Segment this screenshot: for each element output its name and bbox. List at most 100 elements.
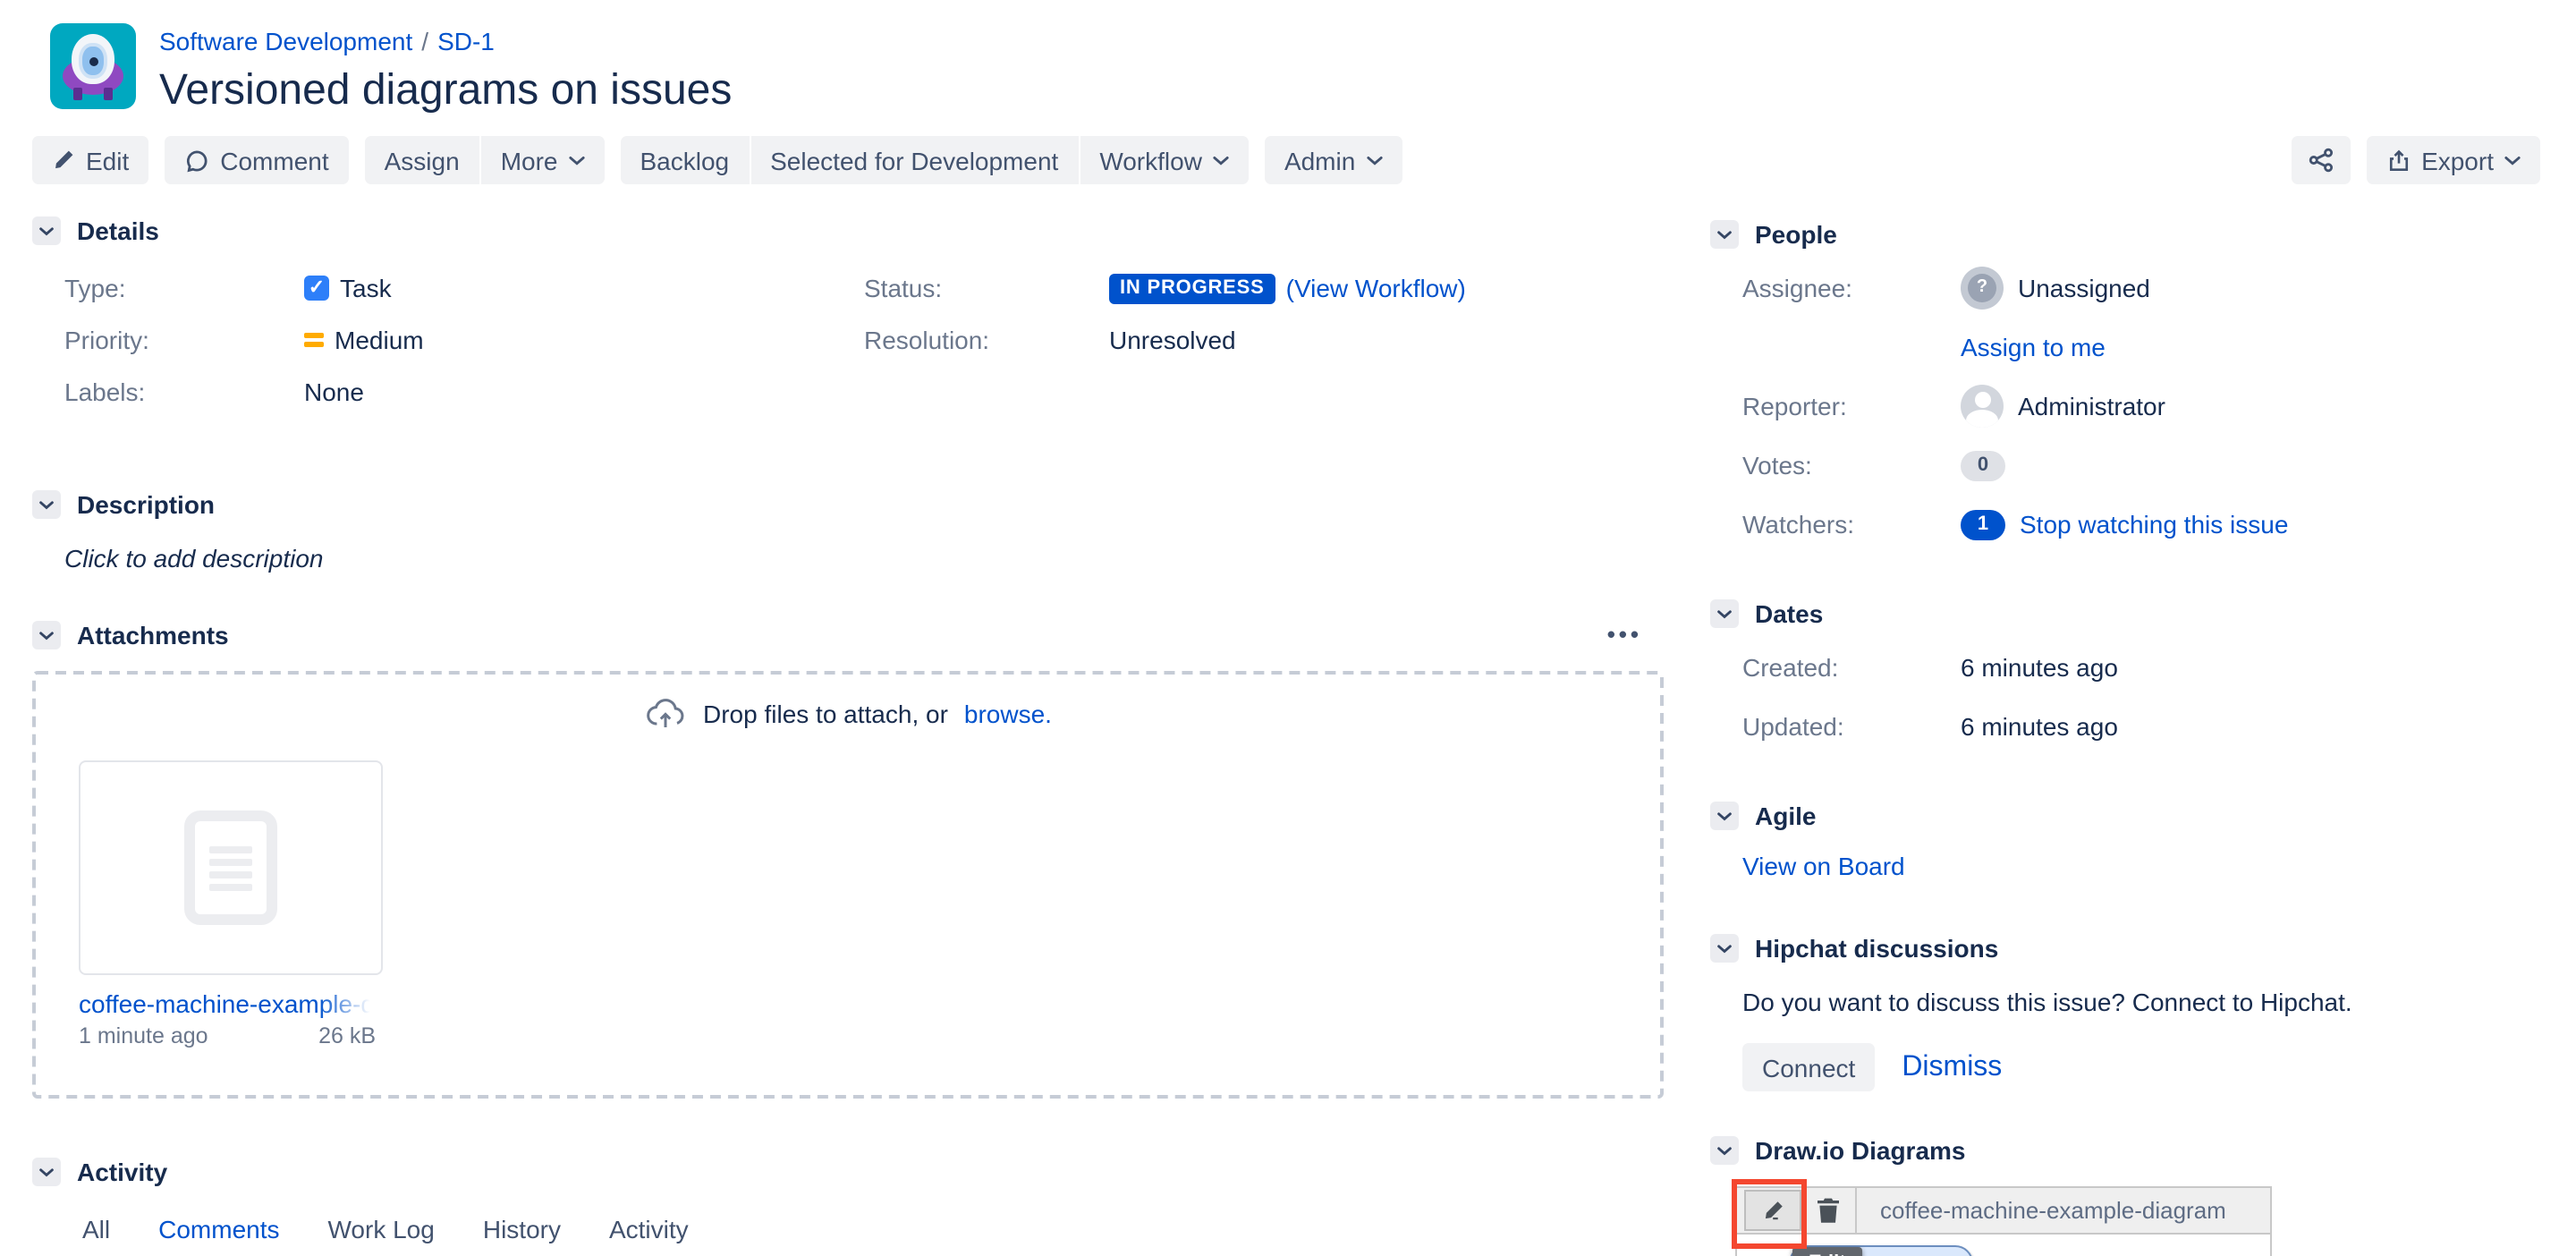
drawio-section: Draw.io Diagrams coffee-machine-example-…	[1710, 1134, 2544, 1256]
dates-section: Dates Created: 6 minutes ago Updated: 6 …	[1710, 598, 2544, 748]
dropzone-text: Drop files to attach, or	[703, 700, 948, 728]
description-placeholder[interactable]: Click to add description	[32, 544, 1664, 573]
reporter-label: Reporter:	[1742, 385, 1961, 428]
pencil-icon	[1761, 1199, 1784, 1222]
people-heading: People	[1755, 218, 1837, 250]
breadcrumb: Software Development / SD-1	[159, 23, 732, 59]
assign-button-label: Assign	[385, 146, 460, 174]
edit-button[interactable]: Edit	[32, 136, 148, 184]
workflow-button-label: Workflow	[1099, 146, 1202, 174]
issue-header: Software Development / SD-1 Versioned diag…	[0, 0, 2576, 116]
collapse-chevron-icon[interactable]	[1710, 934, 1739, 963]
collapse-chevron-icon[interactable]	[32, 1158, 61, 1186]
hipchat-section: Hipchat discussions Do you want to discu…	[1710, 932, 2544, 1091]
status-badge: IN PROGRESS	[1109, 273, 1275, 303]
unassigned-avatar: ?	[1961, 267, 2004, 310]
labels-label: Labels:	[64, 374, 304, 410]
attachment-age: 1 minute ago	[79, 1023, 208, 1048]
attachments-heading: Attachments	[77, 619, 229, 651]
votes-field: Votes: 0	[1742, 444, 2544, 487]
connect-button-label: Connect	[1762, 1053, 1855, 1082]
assign-to-me-row: Assign to me	[1742, 326, 2544, 369]
collapse-chevron-icon[interactable]	[32, 490, 61, 519]
priority-label: Priority:	[64, 322, 304, 358]
attachments-more-options-icon[interactable]	[1607, 628, 1642, 642]
assign-to-me-link[interactable]: Assign to me	[1961, 326, 2106, 369]
avatar-leg-shape	[104, 88, 113, 100]
main-column: Details Type: ✓Task Priority: Medium Lab…	[32, 215, 1664, 1256]
tab-activity[interactable]: Activity	[609, 1215, 689, 1256]
collapse-chevron-icon[interactable]	[1710, 802, 1739, 830]
edit-tooltip: Edit	[1792, 1247, 1862, 1256]
hipchat-prompt: Do you want to discuss this issue? Conne…	[1742, 986, 2544, 1020]
updated-label: Updated:	[1742, 705, 1961, 748]
stop-watching-link[interactable]: Stop watching this issue	[2020, 503, 2288, 546]
more-dropdown-button[interactable]: More	[481, 136, 605, 184]
tab-all[interactable]: All	[82, 1215, 110, 1256]
document-icon	[184, 810, 277, 925]
share-button[interactable]	[2291, 136, 2350, 184]
attachment-thumbnail[interactable]	[79, 760, 383, 975]
watchers-count-badge[interactable]: 1	[1961, 509, 2005, 539]
attachment-card: coffee-machine-example-d 1 minute ago 26…	[79, 760, 383, 1048]
status-field: Status: IN PROGRESS(View Workflow)	[864, 270, 1664, 306]
drawio-toolbar: coffee-machine-example-diagram	[1735, 1186, 2272, 1235]
tab-work-log[interactable]: Work Log	[328, 1215, 435, 1256]
comment-button-label: Comment	[220, 146, 328, 174]
resolution-value: Unresolved	[1109, 322, 1236, 358]
reporter-field: Reporter: Administrator	[1742, 385, 2544, 428]
drawio-edit-button[interactable]	[1744, 1190, 1801, 1231]
drawio-diagram-widget: coffee-machine-example-diagram Coffee ma…	[1735, 1186, 2272, 1256]
admin-dropdown-button[interactable]: Admin	[1265, 136, 1402, 184]
avatar-pupil-shape	[89, 57, 98, 66]
type-value: Task	[340, 270, 392, 306]
hipchat-dismiss-link[interactable]: Dismiss	[1902, 1051, 2002, 1083]
comment-button[interactable]: Comment	[165, 136, 348, 184]
selected-for-development-transition-button[interactable]: Selected for Development	[750, 136, 1078, 184]
drawio-diagram-name: coffee-machine-example-diagram	[1880, 1197, 2226, 1224]
drawio-delete-button[interactable]	[1816, 1197, 1841, 1224]
watchers-label: Watchers:	[1742, 503, 1961, 546]
agile-section: Agile View on Board	[1710, 800, 2544, 880]
collapse-chevron-icon[interactable]	[32, 621, 61, 649]
view-on-board-link[interactable]: View on Board	[1742, 852, 1905, 880]
drawio-diagram-preview[interactable]: Coffee machine isn't working Edit	[1735, 1235, 2272, 1256]
type-field: Type: ✓Task	[64, 270, 864, 306]
project-avatar[interactable]	[50, 23, 136, 109]
collapse-chevron-icon[interactable]	[1710, 599, 1739, 628]
created-value: 6 minutes ago	[1961, 646, 2118, 689]
activity-section-header: Activity	[32, 1156, 1664, 1188]
assign-button[interactable]: Assign	[365, 136, 479, 184]
collapse-chevron-icon[interactable]	[32, 216, 61, 245]
collapse-chevron-icon[interactable]	[1710, 220, 1739, 249]
resolution-label: Resolution:	[864, 322, 1109, 358]
more-button-label: More	[501, 146, 558, 174]
tab-comments[interactable]: Comments	[158, 1215, 279, 1256]
attachment-file-link[interactable]: coffee-machine-example-d	[79, 989, 379, 1018]
breadcrumb-separator: /	[421, 27, 428, 55]
attachment-dropzone[interactable]: Drop files to attach, or browse. coffee-…	[32, 671, 1664, 1099]
labels-field: Labels: None	[64, 374, 864, 410]
backlog-transition-button[interactable]: Backlog	[621, 136, 750, 184]
workflow-dropdown-button[interactable]: Workflow	[1080, 136, 1249, 184]
export-button-label: Export	[2421, 146, 2494, 174]
tab-history[interactable]: History	[483, 1215, 561, 1256]
sidebar: People Assignee: ?Unassigned Assign to m…	[1710, 215, 2544, 1256]
priority-medium-icon	[304, 333, 324, 347]
toolbar-divider	[1855, 1188, 1857, 1233]
view-workflow-link[interactable]: (View Workflow)	[1286, 270, 1466, 306]
browse-link[interactable]: browse.	[964, 700, 1052, 728]
chevron-down-icon	[1366, 155, 1382, 165]
export-dropdown-button[interactable]: Export	[2366, 136, 2540, 184]
hipchat-connect-button[interactable]: Connect	[1742, 1043, 1875, 1091]
priority-field: Priority: Medium	[64, 322, 864, 358]
votes-count-badge[interactable]: 0	[1961, 450, 2005, 480]
breadcrumb-issue-link[interactable]: SD-1	[437, 27, 495, 55]
page-title: Versioned diagrams on issues	[159, 66, 732, 116]
collapse-chevron-icon[interactable]	[1710, 1136, 1739, 1165]
details-section-header: Details	[32, 215, 1664, 247]
breadcrumb-project-link[interactable]: Software Development	[159, 27, 412, 55]
details-heading: Details	[77, 215, 159, 247]
admin-button-label: Admin	[1284, 146, 1355, 174]
comment-bubble-icon	[184, 148, 209, 173]
